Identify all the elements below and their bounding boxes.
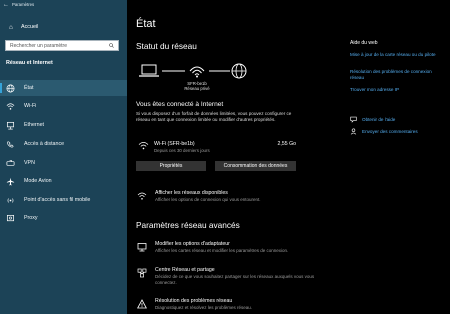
network-sharing-center-link[interactable]: Centre Réseau et partage Décidez de ce q…: [136, 267, 316, 291]
setting-title: Afficher les réseaux disponibles: [155, 190, 228, 196]
get-help-label: Obtenir de l'aide: [362, 116, 396, 122]
connected-text: Si vous disposez d'un forfait de données…: [136, 111, 292, 122]
setting-desc: Afficher les cartes réseau et modifier l…: [155, 248, 289, 253]
main-content: État Statut du réseau SFR-be1b Réseau pr…: [127, 0, 450, 314]
sidebar-item-label: VPN: [24, 160, 35, 166]
wifi-usage: 2,55 Go: [277, 141, 296, 147]
sidebar-item-label: Proxy: [24, 215, 38, 221]
network-type: Réseau privé: [184, 86, 210, 92]
help-link-find-ip[interactable]: Trouver mon adresse IP: [350, 87, 446, 93]
sidebar-item-label: Ethernet: [24, 122, 45, 128]
search-icon: [109, 43, 114, 48]
help-link-connection-troubleshoot[interactable]: Résolution des problèmes de connexion ré…: [350, 69, 446, 81]
sidebar-item-label: Accès à distance: [24, 141, 65, 147]
dialup-icon: [6, 140, 15, 149]
connected-heading: Vous êtes connecté à Internet: [136, 101, 224, 108]
ethernet-icon: [6, 121, 15, 130]
advanced-settings-heading: Paramètres réseau avancés: [136, 220, 240, 230]
setting-desc: Diagnostiquez et résolvez les problèmes …: [155, 305, 253, 310]
sidebar-item-etat[interactable]: État: [0, 80, 127, 96]
sidebar-item-mode-avion[interactable]: Mode Avion: [0, 173, 127, 189]
properties-button[interactable]: Propriétés: [136, 161, 206, 171]
proxy-icon: [6, 214, 15, 223]
get-help-link[interactable]: Obtenir de l'aide: [350, 115, 395, 123]
sidebar-item-wifi[interactable]: Wi-Fi: [0, 98, 127, 114]
wifi-list-icon: [137, 192, 147, 200]
sidebar-item-label: Point d'accès sans fil mobile: [24, 197, 91, 203]
sidebar-item-point-d-acces[interactable]: Point d'accès sans fil mobile: [0, 192, 127, 208]
title-bar: ← Paramètres: [0, 0, 127, 9]
wifi-connection-row: Wi-Fi (SFR-be1b) Depuis ces 30 derniers …: [136, 140, 296, 156]
adapter-options-link[interactable]: Modifier les options d'adaptateur Affich…: [136, 241, 316, 261]
available-networks-link[interactable]: Afficher les réseaux disponibles Affiche…: [136, 190, 316, 210]
network-adapter-icon: [137, 243, 147, 252]
sidebar-item-ethernet[interactable]: Ethernet: [0, 117, 127, 133]
window-title: Paramètres: [12, 2, 35, 7]
sidebar-item-acces-a-distance[interactable]: Accès à distance: [0, 136, 127, 152]
wifi-name: Wi-Fi (SFR-be1b): [154, 141, 195, 147]
laptop-icon: [139, 64, 159, 77]
sidebar-item-label: Wi-Fi: [24, 103, 37, 109]
setting-desc: Décidez de ce que vous souhaitez partage…: [155, 274, 315, 285]
sharing-center-icon: [137, 268, 147, 278]
sidebar-item-label: Mode Avion: [24, 178, 52, 184]
sidebar-item-label: État: [24, 85, 34, 91]
setting-title: Résolution des problèmes réseau: [155, 298, 233, 304]
hotspot-icon: [6, 196, 15, 205]
wifi-signal-icon: [189, 66, 205, 78]
feedback-icon: [350, 128, 357, 135]
feedback-link[interactable]: Envoyer des commentaires: [350, 127, 418, 135]
feedback-label: Envoyer des commentaires: [362, 128, 418, 134]
vpn-icon: [6, 159, 15, 168]
help-link-driver-update[interactable]: Mise à jour de la carte réseau ou du pil…: [350, 52, 446, 58]
back-arrow-icon[interactable]: ←: [3, 2, 9, 8]
setting-desc: Afficher les options de connexion qui vo…: [155, 197, 261, 202]
network-troubleshooter-link[interactable]: Résolution des problèmes réseau Diagnost…: [136, 298, 316, 314]
search-placeholder: Rechercher un paramètre: [10, 42, 67, 49]
home-label: Accueil: [21, 24, 39, 30]
page-title: État: [136, 18, 156, 30]
globe-icon: [6, 84, 15, 93]
sidebar-home[interactable]: ⌂ Accueil: [0, 20, 127, 34]
sidebar-item-vpn[interactable]: VPN: [0, 155, 127, 171]
wifi-icon: [138, 141, 149, 150]
setting-title: Centre Réseau et partage: [155, 267, 215, 273]
home-icon: ⌂: [9, 23, 13, 31]
setting-title: Modifier les options d'adaptateur: [155, 241, 230, 247]
network-status-heading: Statut du réseau: [136, 41, 197, 51]
help-panel: Aide du web Mise à jour de la carte rése…: [350, 0, 450, 314]
network-diagram: SFR-be1b Réseau privé: [135, 60, 265, 96]
search-input[interactable]: Rechercher un paramètre: [5, 40, 119, 51]
airplane-icon: [6, 177, 15, 186]
help-heading: Aide du web: [350, 40, 378, 46]
sidebar: ← Paramètres ⌂ Accueil Rechercher un par…: [0, 0, 127, 314]
globe-icon: [231, 63, 247, 79]
section-label: Réseau et Internet: [6, 60, 53, 66]
warning-icon: [137, 299, 147, 309]
sidebar-item-proxy[interactable]: Proxy: [0, 210, 127, 226]
wifi-since: Depuis ces 30 derniers jours: [154, 148, 210, 153]
wifi-icon: [6, 102, 15, 111]
data-usage-button[interactable]: Consommation des données: [215, 161, 296, 171]
help-chat-icon: [350, 116, 357, 123]
